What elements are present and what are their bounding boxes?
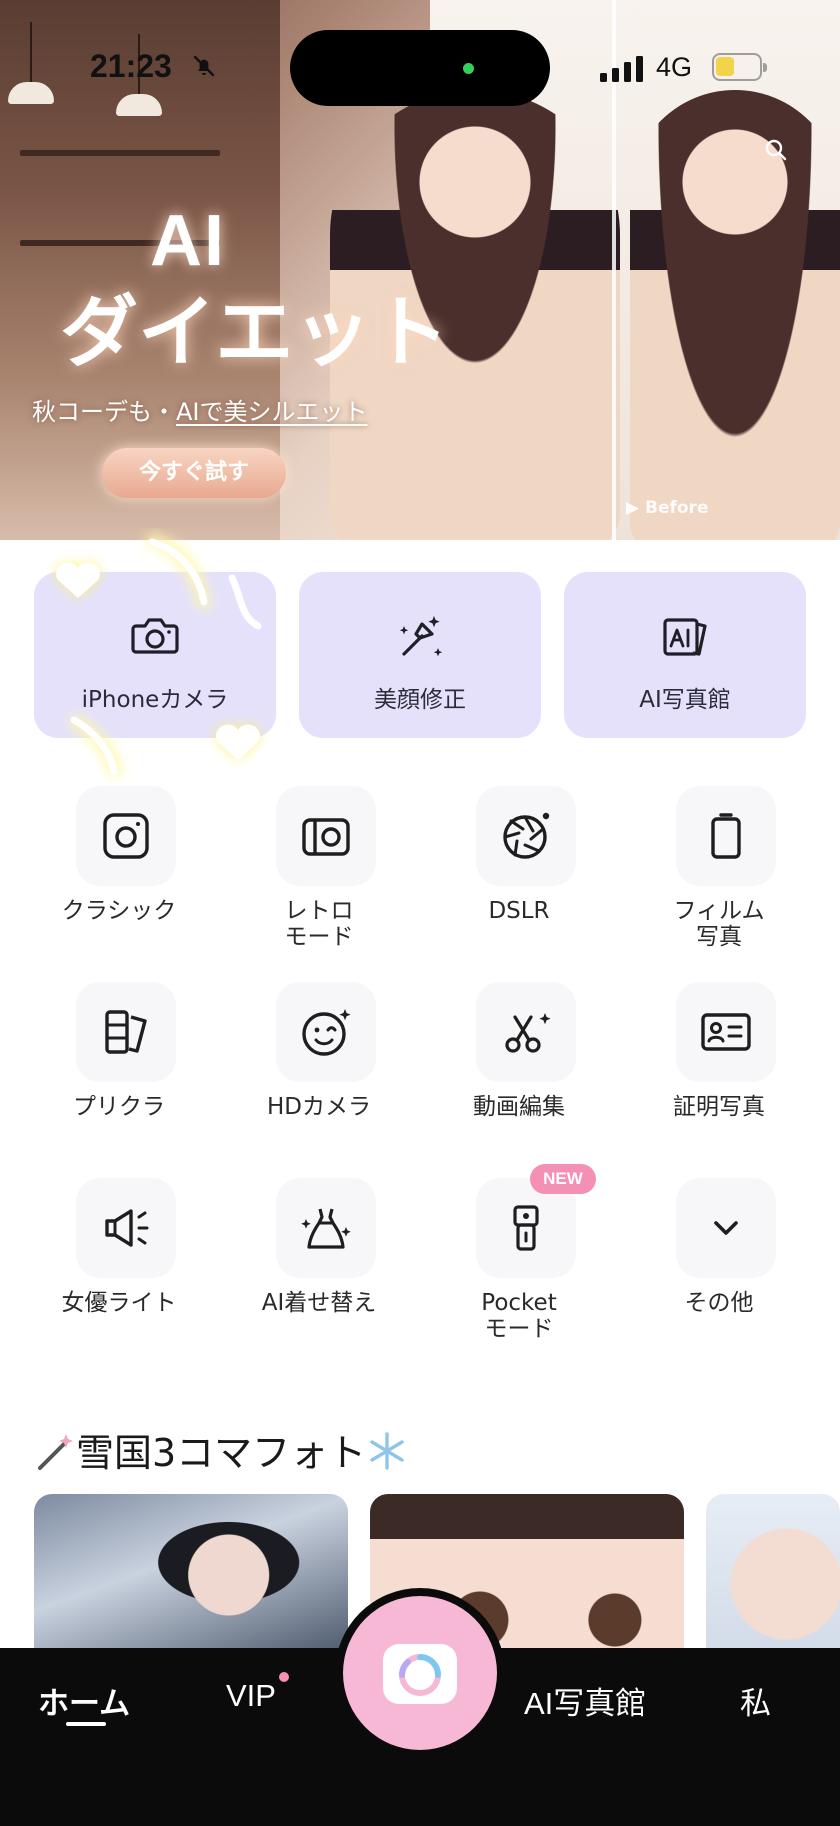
banner-shelf	[20, 150, 220, 156]
banner-model-before	[630, 90, 840, 540]
tool-classic[interactable]: クラシック	[34, 786, 204, 956]
tool-tile	[276, 982, 376, 1082]
tool-actress-light[interactable]: 女優ライト	[34, 1178, 204, 1348]
tool-tile	[676, 786, 776, 886]
banner-subtitle-emphasis: AIで美シルエット	[176, 398, 368, 426]
pendant-lamp-icon	[116, 34, 162, 116]
network-type: 4G	[656, 52, 693, 82]
film-icon	[711, 813, 741, 859]
tool-label: 女優ライト	[61, 1290, 177, 1316]
tool-label: DSLR	[488, 898, 550, 924]
pendant-lamp-icon	[8, 22, 54, 104]
feature-card-label: 美顔修正	[374, 687, 466, 713]
camera-icon	[131, 618, 179, 654]
notification-dot	[279, 1672, 289, 1682]
pocket-camera-icon	[513, 1205, 539, 1251]
tool-label: フィルム 写真	[673, 898, 765, 950]
tool-ai-outfit[interactable]: AI着せ替え	[234, 1178, 404, 1348]
dynamic-island	[290, 30, 550, 106]
smile-face-icon	[302, 1009, 351, 1056]
snowflake-icon	[370, 1432, 404, 1470]
tool-tile	[276, 1178, 376, 1278]
feature-card-label: AI写真館	[639, 687, 731, 713]
tool-tile	[676, 982, 776, 1082]
section-title: 雪国3コマフォト	[34, 1422, 408, 1477]
signal-icon	[600, 56, 643, 82]
section-title-text: 雪国3コマフォト	[76, 1431, 367, 1475]
bell-muted-icon	[193, 55, 215, 77]
banner-subtitle: 秋コーデも・AIで美シルエット	[32, 392, 368, 427]
banner-subtitle-prefix: 秋コーデも・	[32, 398, 176, 426]
tab-home[interactable]: ホーム	[38, 1678, 130, 1723]
tool-tile	[476, 982, 576, 1082]
camera-icon	[383, 1644, 457, 1704]
classic-camera-icon	[103, 813, 149, 859]
banner-title: ダイエット	[60, 288, 450, 378]
tool-tile	[76, 982, 176, 1082]
tool-video-edit[interactable]: 動画編集	[434, 982, 604, 1152]
tool-film[interactable]: フィルム 写真	[634, 786, 804, 956]
tool-dslr[interactable]: DSLR	[434, 786, 604, 956]
spotlight-icon	[105, 1209, 149, 1247]
tool-pocket-mode[interactable]: Pocket モード	[434, 1178, 604, 1348]
status-time: 21:23	[90, 48, 172, 84]
aperture-icon	[503, 812, 550, 859]
tool-label: 動画編集	[473, 1094, 565, 1120]
search-icon[interactable]	[764, 138, 788, 162]
section-photo[interactable]	[706, 1494, 840, 1674]
tab-ai-gallery[interactable]: AI写真館	[524, 1678, 646, 1723]
before-label: ▶ Before	[626, 498, 709, 518]
tool-label: プリクラ	[73, 1094, 165, 1120]
id-card-icon	[701, 1013, 751, 1051]
tool-label: AI着せ替え	[261, 1290, 377, 1316]
tab-vip[interactable]: VIP	[226, 1678, 276, 1714]
chevron-down-icon	[714, 1221, 738, 1235]
feature-card-beauty[interactable]: 美顔修正	[299, 572, 541, 738]
feature-card-ai-gallery[interactable]: AI写真館	[564, 572, 806, 738]
try-now-button[interactable]: 今すぐ試す	[102, 448, 286, 498]
battery-icon	[712, 53, 767, 81]
feature-card-label: iPhoneカメラ	[81, 687, 229, 713]
feature-card-iphone-camera[interactable]: iPhoneカメラ	[34, 572, 276, 738]
tool-label: その他	[684, 1290, 754, 1316]
camera-button[interactable]	[343, 1596, 497, 1750]
tool-tile	[276, 786, 376, 886]
new-badge: NEW	[530, 1164, 596, 1194]
camera-indicator-icon	[463, 63, 474, 74]
tool-tile	[76, 786, 176, 886]
tool-tile	[476, 786, 576, 886]
tool-id-photo[interactable]: 証明写真	[634, 982, 804, 1152]
tool-purikura[interactable]: プリクラ	[34, 982, 204, 1152]
tool-hd-camera[interactable]: HDカメラ	[234, 982, 404, 1152]
tab-home-indicator	[66, 1722, 106, 1726]
section-photo[interactable]	[34, 1494, 348, 1674]
tool-label: クラシック	[61, 898, 177, 924]
dress-icon	[301, 1208, 351, 1249]
ai-photo-icon	[663, 618, 707, 656]
tab-me[interactable]: 私	[740, 1678, 771, 1723]
tool-more[interactable]: その他	[634, 1178, 804, 1348]
tool-tile	[676, 1178, 776, 1278]
tool-tile	[76, 1178, 176, 1278]
photo-strip-icon	[105, 1010, 147, 1054]
tool-label: HDカメラ	[266, 1094, 371, 1120]
tool-label: Pocket モード	[481, 1290, 557, 1342]
makeup-brush-icon	[399, 616, 443, 657]
magic-wand-icon	[38, 1434, 73, 1470]
tool-retro[interactable]: レトロ モード	[234, 786, 404, 956]
scissors-icon	[505, 1013, 551, 1053]
tool-label: 証明写真	[673, 1094, 765, 1120]
retro-camera-icon	[302, 818, 350, 856]
tool-label: レトロ モード	[284, 898, 354, 950]
